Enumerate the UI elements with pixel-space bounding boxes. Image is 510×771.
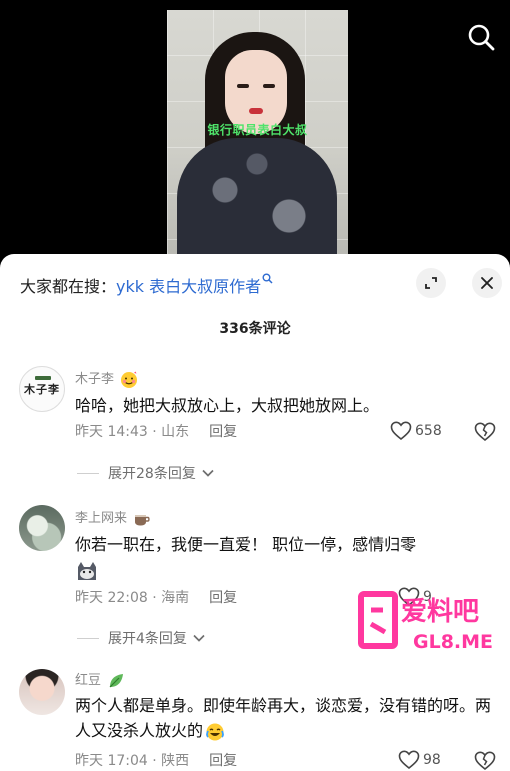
expand-replies-button[interactable]: 展开28条回复: [77, 463, 216, 483]
username-text: 李上网来: [75, 511, 128, 526]
comment-time: 昨天 17:04: [75, 753, 148, 769]
reply-button[interactable]: 回复: [209, 424, 237, 440]
comment-location: 海南: [161, 590, 190, 606]
watermark-text-bottom: GL8.ME: [413, 631, 493, 653]
divider-line: [77, 637, 99, 639]
comment-username[interactable]: 红豆: [75, 669, 125, 690]
comment-username[interactable]: 木子李: [75, 368, 138, 389]
reply-button[interactable]: 回复: [209, 753, 237, 769]
expand-button[interactable]: [416, 268, 446, 298]
avatar[interactable]: 木子李: [19, 366, 65, 412]
avatar-text: 木子李: [24, 383, 60, 396]
sheet-header: 大家都在搜：ykk 表白大叔原作者: [0, 254, 510, 316]
comment-text-content: 你若一职在，我便一直爱！ 职位一停，感情归零: [75, 535, 417, 554]
comment-location: 山东: [161, 424, 190, 440]
comment-count: 336条评论: [219, 321, 291, 337]
comment-sheet: 大家都在搜：ykk 表白大叔原作者 336条评论 木子李 木子李 哈哈，她把大叔…: [0, 254, 510, 771]
video-player[interactable]: 银行职员表白大叔: [0, 0, 510, 258]
leaf-icon: [109, 673, 124, 687]
username-text: 红豆: [75, 673, 102, 688]
heart-icon: [398, 750, 420, 770]
trending-search-prefix: 大家都在搜：: [20, 277, 117, 296]
video-frame[interactable]: 银行职员表白大叔: [167, 10, 348, 258]
reply-button[interactable]: 回复: [209, 590, 237, 606]
avatar-badge: [35, 376, 51, 380]
heart-icon: [390, 421, 412, 441]
video-person-dress: [177, 138, 337, 258]
trending-search[interactable]: 大家都在搜：ykk 表白大叔原作者: [20, 273, 273, 297]
avatar[interactable]: [19, 505, 65, 551]
comment-text: 两个人都是单身。即使年龄再大，谈恋爱，没有错的呀。两人又没杀人放火的: [75, 693, 495, 743]
blushing-face-icon: [121, 371, 138, 388]
expand-replies-label: 展开28条回复: [108, 466, 196, 482]
comment-time: 昨天 22:08: [75, 590, 148, 606]
comment-time: 昨天 14:43: [75, 424, 148, 440]
close-icon: [481, 277, 493, 289]
comment-location: 陕西: [161, 753, 190, 769]
comment-text: 哈哈，她把大叔放心上，大叔把她放网上。: [75, 396, 380, 415]
username-text: 木子李: [75, 372, 115, 387]
comment-meta: 昨天 22:08 · 海南 回复: [75, 590, 238, 606]
watermark-logo: 爱料吧 GL8.ME: [358, 591, 493, 653]
comment-meta: 昨天 17:04 · 陕西 回复: [75, 753, 238, 769]
small-search-icon: [262, 273, 273, 284]
lips: [249, 108, 263, 114]
expand-replies-label: 展开4条回复: [108, 631, 187, 647]
chevron-down-icon: [193, 634, 205, 642]
close-button[interactable]: [472, 268, 502, 298]
eye-left: [237, 84, 249, 88]
like-count: 658: [415, 423, 442, 439]
comment-text-content: 两个人都是单身。即使年龄再大，谈恋爱，没有错的呀。两人又没杀人放火的: [75, 696, 492, 740]
eye-right: [263, 84, 275, 88]
expand-icon: [425, 277, 437, 289]
chevron-down-icon: [202, 469, 214, 477]
expand-replies-button[interactable]: 展开4条回复: [77, 628, 207, 648]
like-button[interactable]: 658: [390, 421, 442, 441]
watermark-text-top: 爱料吧: [401, 597, 479, 627]
like-button[interactable]: 98: [398, 750, 441, 770]
broken-heart-icon[interactable]: [474, 422, 496, 442]
comment-text: 你若一职在，我便一直爱！ 职位一停，感情归零: [75, 532, 495, 582]
like-count: 98: [423, 752, 441, 768]
trending-search-keyword[interactable]: ykk 表白大叔原作者: [116, 277, 261, 296]
divider-line: [77, 472, 99, 474]
comment-username[interactable]: 李上网来: [75, 507, 151, 527]
search-icon[interactable]: [466, 22, 496, 52]
comment-meta: 昨天 14:43 · 山东 回复: [75, 424, 238, 440]
crying-laughing-face-icon: [206, 723, 224, 740]
broken-heart-icon[interactable]: [474, 751, 496, 771]
video-caption: 银行职员表白大叔: [207, 123, 308, 137]
avatar[interactable]: [19, 669, 65, 715]
cat-sticker-icon: [78, 561, 96, 580]
coffee-icon: [135, 514, 150, 525]
